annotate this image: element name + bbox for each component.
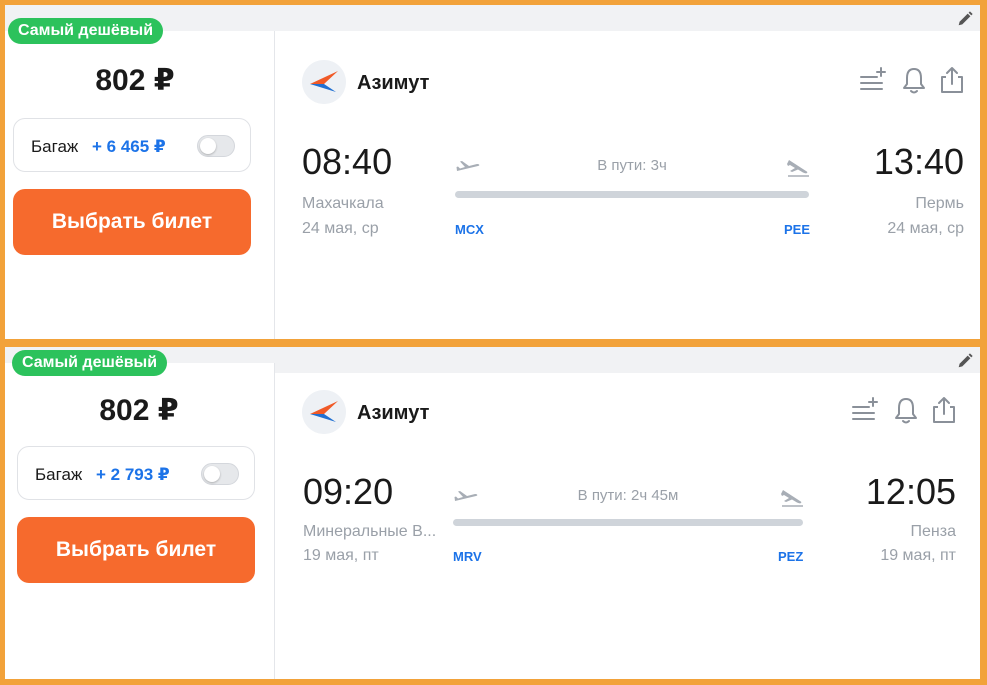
baggage-toggle[interactable] [197,135,235,157]
plane-landing-icon [787,160,809,177]
ticket-price: 802 ₽ [95,64,175,97]
arrival-time: 13:40 [873,141,964,182]
cheapest-badge: Самый дешёвый [8,18,164,44]
baggage-price: + 6 465 ₽ [92,137,166,156]
departure-city: Минеральные В... [303,523,437,540]
ticket-price: 802 ₽ [99,394,179,427]
departure-code: MCX [455,222,484,237]
arrival-time: 12:05 [865,471,956,512]
route-line [455,191,809,198]
price-panel: 802 ₽ Багаж + 6 465 ₽ Выбрать билет [5,31,275,339]
baggage-option[interactable]: Багаж + 2 793 ₽ [17,446,255,500]
departure-code: MRV [453,549,482,564]
toggle-knob [204,466,220,482]
departure-city: Махачкала [302,195,384,212]
bell-icon[interactable] [891,395,921,425]
ticket-card: Самый дешёвый 802 ₽ Багаж + 6 465 ₽ Выбр… [5,5,980,339]
share-icon[interactable] [929,395,959,425]
share-icon[interactable] [937,65,967,95]
departure-date: 24 мая, ср [302,220,379,237]
arrival-code: PEZ [778,549,804,564]
select-ticket-button[interactable]: Выбрать билет [17,517,255,583]
add-to-list-icon[interactable] [858,65,888,95]
bell-icon[interactable] [899,65,929,95]
baggage-label: Багаж [35,465,83,484]
azimut-logo [302,60,346,104]
arrival-city: Пермь [915,195,964,212]
ticket-card: Самый дешёвый 802 ₽ Багаж + 2 793 ₽ Выбр… [5,347,980,679]
baggage-toggle[interactable] [201,463,239,485]
arrival-date: 19 мая, пт [880,547,956,564]
flight-duration: В пути: 3ч [597,157,667,174]
airline-name: Азимут [357,72,430,94]
airline-name: Азимут [357,402,430,424]
toggle-knob [200,138,216,154]
departure-time: 08:40 [302,141,393,182]
azimut-logo [302,390,346,434]
price-panel: 802 ₽ Багаж + 2 793 ₽ Выбрать билет [5,363,275,679]
pencil-icon[interactable] [956,352,974,370]
arrival-city: Пенза [910,523,956,540]
baggage-price: + 2 793 ₽ [96,465,170,484]
add-to-list-icon[interactable] [850,395,880,425]
pencil-icon[interactable] [956,10,974,28]
arrival-code: PEE [784,222,811,237]
cheapest-badge: Самый дешёвый [12,350,168,376]
plane-landing-icon [781,490,803,507]
departure-time: 09:20 [303,471,394,512]
arrival-date: 24 мая, ср [887,220,964,237]
baggage-label: Багаж [31,137,79,156]
baggage-option[interactable]: Багаж + 6 465 ₽ [13,118,251,172]
select-ticket-button[interactable]: Выбрать билет [13,189,251,255]
flight-duration: В пути: 2ч 45м [577,487,679,504]
departure-date: 19 мая, пт [303,547,379,564]
route-line [453,519,803,526]
